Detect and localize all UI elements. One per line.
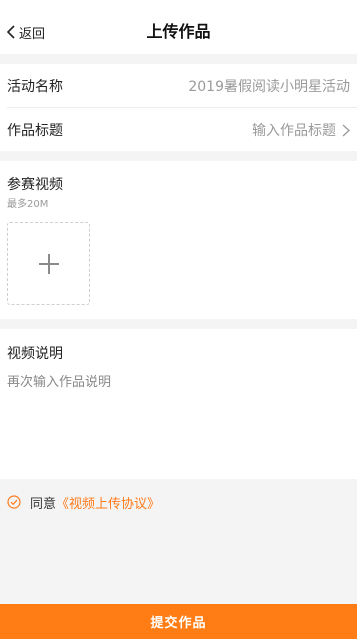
- work-title-placeholder: 输入作品标题: [252, 123, 336, 139]
- check-circle-icon[interactable]: [7, 495, 21, 509]
- work-title-input[interactable]: 输入作品标题: [252, 120, 350, 140]
- description-input[interactable]: [7, 371, 347, 461]
- plus-icon: [38, 253, 59, 274]
- work-title-row[interactable]: 作品标题 输入作品标题: [0, 108, 357, 152]
- page-title: 上传作品: [146, 22, 211, 41]
- agreement-prefix: 同意: [30, 496, 57, 512]
- description-title: 视频说明: [7, 346, 63, 362]
- chevron-right-icon: [342, 124, 350, 136]
- work-title-label: 作品标题: [7, 123, 63, 139]
- video-title: 参赛视频: [7, 177, 63, 193]
- nav-header: 返回 上传作品: [0, 0, 357, 54]
- info-section: 活动名称 2019暑假阅读小明星活动 作品标题 输入作品标题: [0, 64, 357, 151]
- agreement-link[interactable]: 《视频上传协议》: [56, 493, 160, 512]
- video-limit: 最多20M: [7, 199, 49, 210]
- activity-name-label: 活动名称: [7, 79, 63, 95]
- video-upload-button[interactable]: [7, 222, 90, 305]
- submit-button[interactable]: 提交作品: [0, 604, 357, 639]
- activity-name-value: 2019暑假阅读小明星活动: [188, 79, 350, 95]
- agreement-row: 同意 《视频上传协议》: [7, 492, 160, 512]
- activity-name-row: 活动名称 2019暑假阅读小明星活动: [0, 64, 357, 108]
